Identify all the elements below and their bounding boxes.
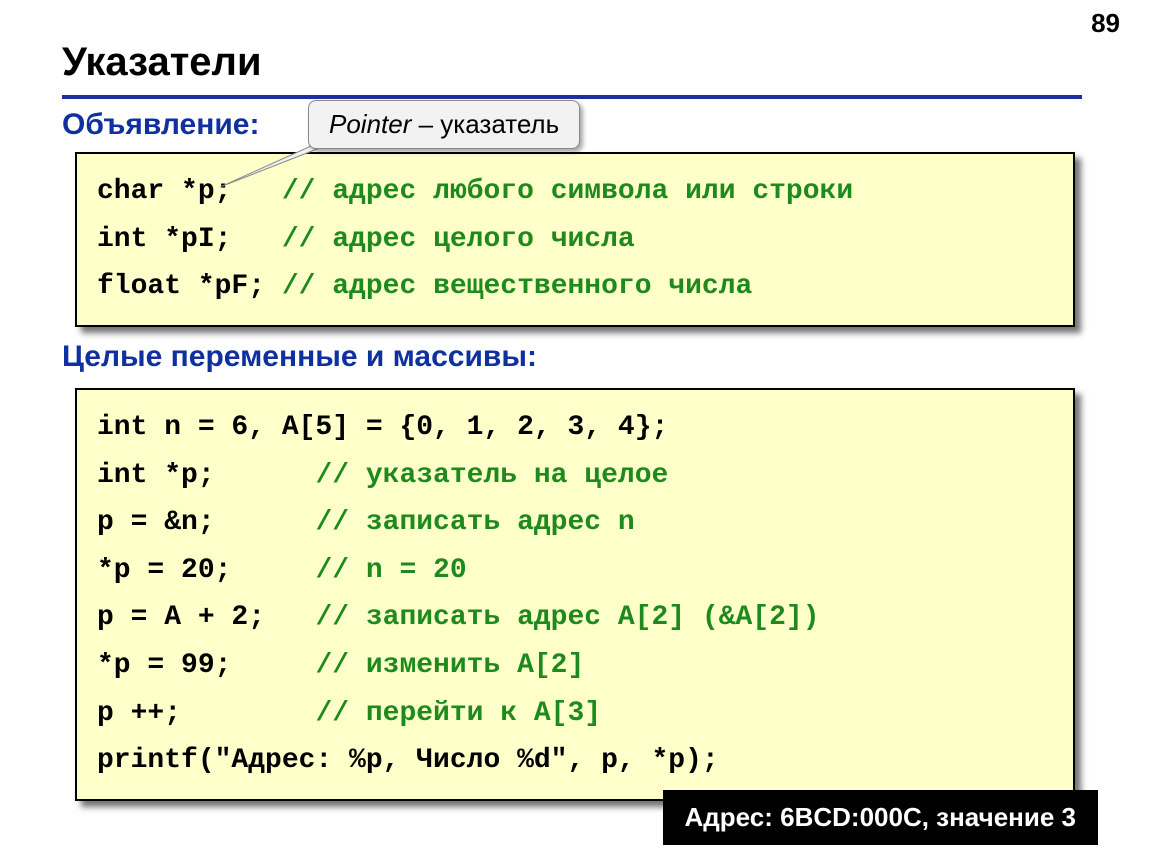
code-text: int n = 6, A[5] = {0, 1, 2, 3, 4}; (97, 412, 668, 443)
code-comment: // n = 20 (315, 555, 466, 586)
code-text: p = &n; (97, 507, 315, 538)
code-comment: // адрес целого числа (282, 224, 635, 255)
callout-pointer: Pointer – указатель (308, 100, 580, 149)
title-rule (62, 95, 1082, 99)
page-number: 89 (1091, 8, 1120, 39)
code-block-usage: int n = 6, A[5] = {0, 1, 2, 3, 4}; int *… (75, 388, 1075, 801)
output-box: Адрес: 6BCD:000C, значение 3 (663, 790, 1099, 845)
code-text: *p = 20; (97, 555, 315, 586)
code-text: p = A + 2; (97, 602, 315, 633)
code-comment: // адрес любого символа или строки (282, 176, 853, 207)
code-line: *p = 99; // изменить A[2] (97, 642, 1063, 690)
code-line: p ++; // перейти к A[3] (97, 690, 1063, 738)
code-line: int n = 6, A[5] = {0, 1, 2, 3, 4}; (97, 404, 1063, 452)
code-text: p ++; (97, 698, 315, 729)
code-text: int *pI; (97, 224, 282, 255)
code-text: *p = 99; (97, 650, 315, 681)
page-title: Указатели (62, 40, 262, 85)
code-line: *p = 20; // n = 20 (97, 547, 1063, 595)
code-line: printf("Адрес: %p, Число %d", p, *p); (97, 737, 1063, 785)
code-line: p = A + 2; // записать адрес A[2] (&A[2]… (97, 594, 1063, 642)
section-declaration-label: Объявление: (62, 108, 259, 142)
code-text: printf("Адрес: %p, Число %d", p, *p); (97, 745, 719, 776)
code-text: float *pF; (97, 271, 282, 302)
callout-rest: – указатель (411, 109, 559, 139)
section-variables-label: Целые переменные и массивы: (62, 340, 537, 374)
code-line: float *pF; // адрес вещественного числа (97, 263, 1063, 311)
code-line: p = &n; // записать адрес n (97, 499, 1063, 547)
code-comment: // записать адрес n (315, 507, 634, 538)
code-comment: // перейти к A[3] (315, 698, 601, 729)
code-comment: // адрес вещественного числа (282, 271, 752, 302)
code-comment: // записать адрес A[2] (&A[2]) (315, 602, 819, 633)
code-comment: // указатель на целое (315, 460, 668, 491)
code-line: int *p; // указатель на целое (97, 452, 1063, 500)
callout-italic: Pointer (329, 109, 411, 139)
code-line: int *pI; // адрес целого числа (97, 216, 1063, 264)
code-text: int *p; (97, 460, 315, 491)
code-comment: // изменить A[2] (315, 650, 584, 681)
